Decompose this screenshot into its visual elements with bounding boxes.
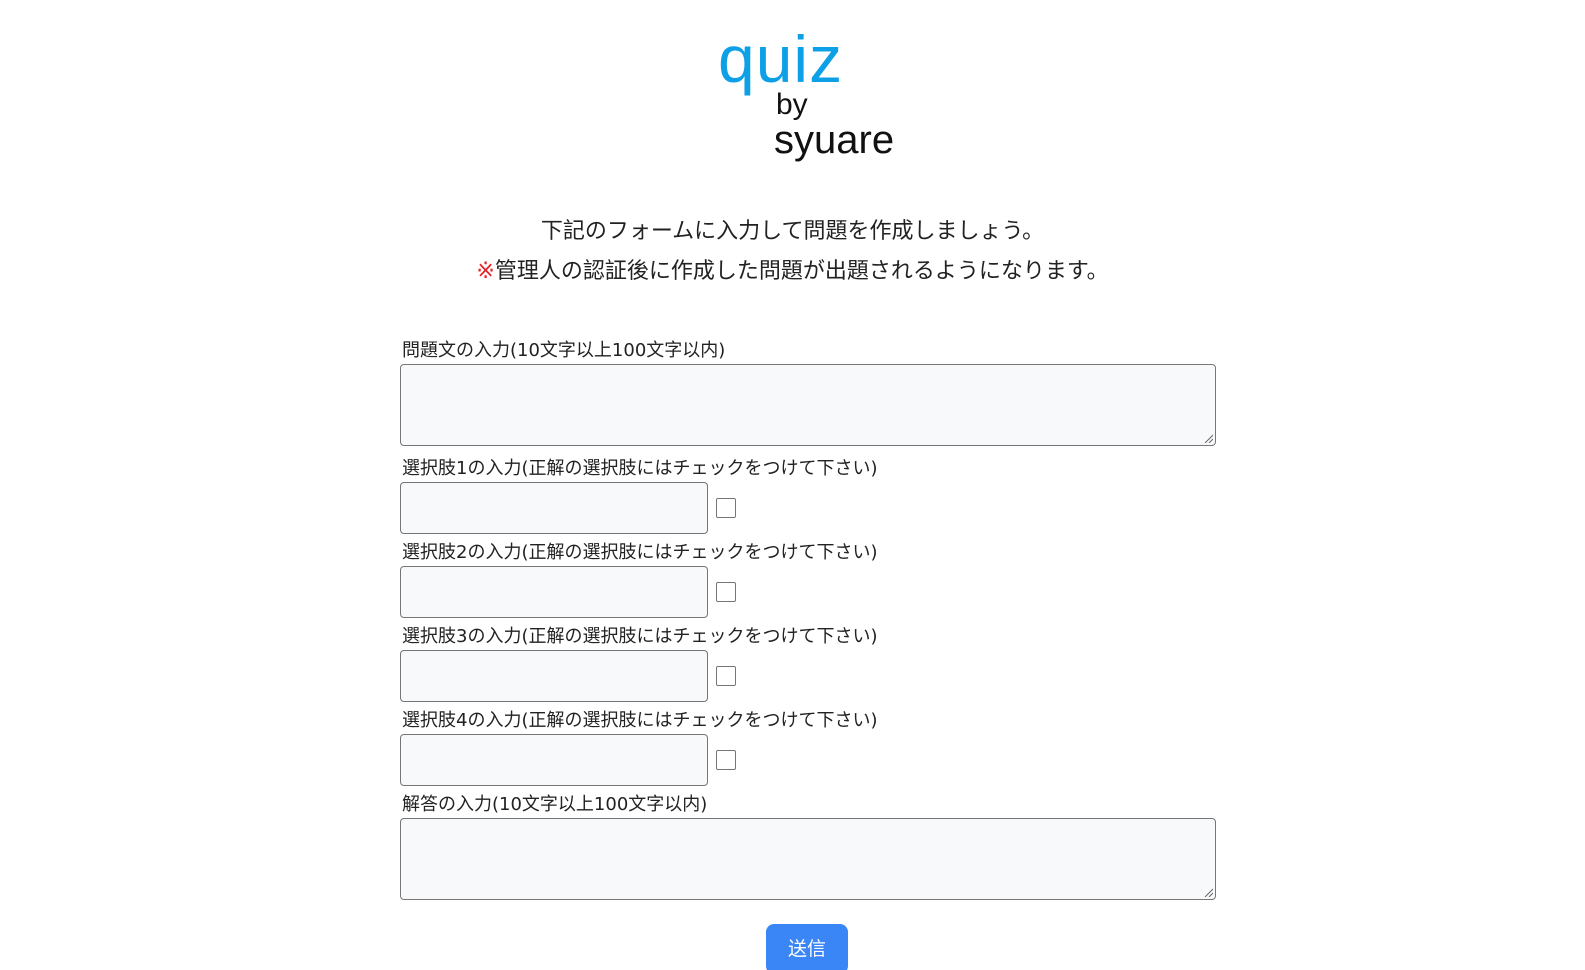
- resize-grip-icon[interactable]: [1203, 433, 1213, 443]
- choice-4-input[interactable]: [400, 734, 708, 786]
- logo-by-text: by: [776, 88, 808, 121]
- choice-4-correct-checkbox[interactable]: [716, 750, 736, 770]
- intro-line-1: 下記のフォームに入力して問題を作成しましょう。: [540, 219, 1045, 244]
- answer-textarea[interactable]: [400, 818, 1216, 900]
- choice-4-label: 選択肢4の入力(正解の選択肢にはチェックをつけて下さい): [402, 710, 878, 731]
- choice-3-input[interactable]: [400, 650, 708, 702]
- choice-2-label: 選択肢2の入力(正解の選択肢にはチェックをつけて下さい): [402, 542, 878, 563]
- choice-3-correct-checkbox[interactable]: [716, 666, 736, 686]
- choice-3-label: 選択肢3の入力(正解の選択肢にはチェックをつけて下さい): [402, 626, 878, 647]
- note-mark: ※: [476, 259, 495, 284]
- choice-2-input[interactable]: [400, 566, 708, 618]
- note-text: 管理人の認証後に作成した問題が出題されるようになります。: [494, 259, 1109, 284]
- intro-line-2: ※管理人の認証後に作成した問題が出題されるようになります。: [0, 252, 1585, 292]
- site-logo: quiz by syuare: [0, 0, 1585, 170]
- intro-text: 下記のフォームに入力して問題を作成しましょう。 ※管理人の認証後に作成した問題が…: [0, 212, 1585, 292]
- submit-button[interactable]: 送信: [766, 924, 848, 970]
- logo-author-text: syuare: [774, 118, 895, 162]
- choice-3-row: [400, 650, 1216, 702]
- logo-quiz-text: quiz: [718, 22, 844, 96]
- choice-1-label: 選択肢1の入力(正解の選択肢にはチェックをつけて下さい): [402, 458, 878, 479]
- answer-label: 解答の入力(10文字以上100文字以内): [402, 794, 708, 815]
- choice-2-correct-checkbox[interactable]: [716, 582, 736, 602]
- page: quiz by syuare 下記のフォームに入力して問題を作成しましょう。 ※…: [0, 0, 1585, 970]
- question-label: 問題文の入力(10文字以上100文字以内): [402, 340, 726, 361]
- choice-1-input[interactable]: [400, 482, 708, 534]
- choice-1-row: [400, 482, 1216, 534]
- choice-1-correct-checkbox[interactable]: [716, 498, 736, 518]
- resize-grip-icon[interactable]: [1203, 887, 1213, 897]
- question-textarea[interactable]: [400, 364, 1216, 446]
- choice-2-row: [400, 566, 1216, 618]
- choice-4-row: [400, 734, 1216, 786]
- quiz-form: 問題文の入力(10文字以上100文字以内) 選択肢1の入力(正解の選択肢にはチェ…: [400, 340, 1216, 912]
